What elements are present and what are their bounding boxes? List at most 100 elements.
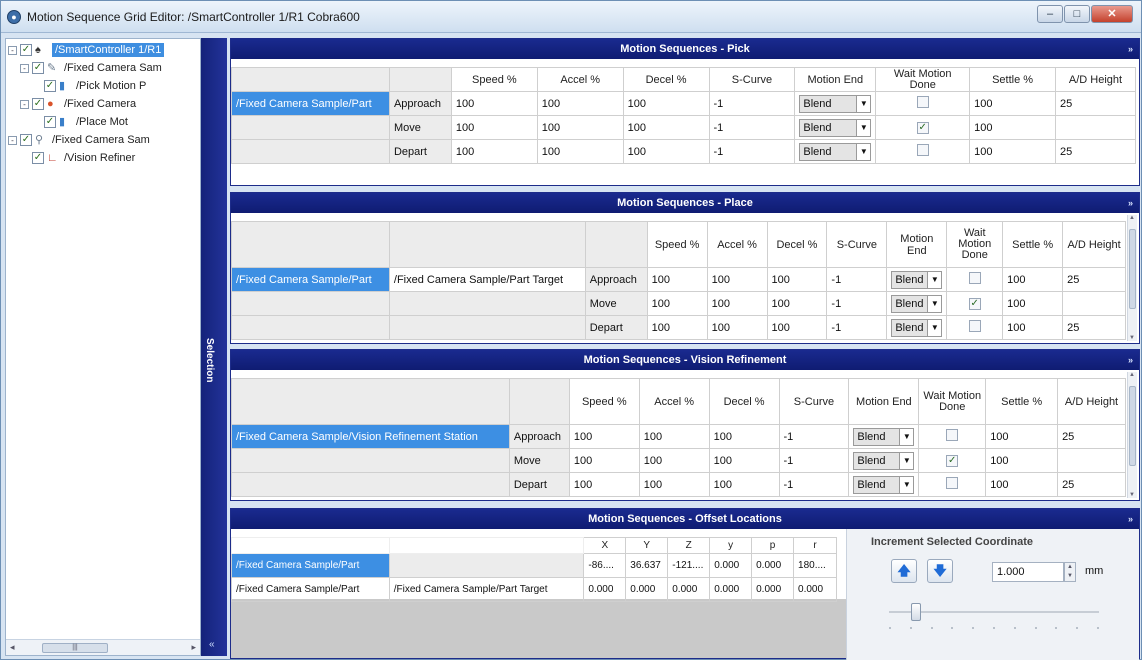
settle-cell[interactable]: 100 bbox=[1002, 291, 1064, 316]
coordinate-cell[interactable]: 0.000 bbox=[751, 577, 795, 602]
coordinate-cell[interactable]: 36.637 bbox=[625, 553, 669, 578]
speed-cell[interactable]: 100 bbox=[450, 139, 538, 164]
ad-height-cell[interactable]: 25 bbox=[1057, 472, 1126, 497]
decel-cell[interactable]: 100 bbox=[766, 291, 828, 316]
slider-knob[interactable] bbox=[911, 603, 921, 621]
vision-vertical-scrollbar[interactable]: ▲ ▼ bbox=[1127, 372, 1137, 498]
accel-cell[interactable]: 100 bbox=[536, 139, 624, 164]
table-row[interactable]: Move 100 100 100 -1 Blend ▼ ✓ 100 bbox=[231, 291, 1126, 316]
scroll-thumb[interactable]: ||| bbox=[42, 643, 108, 653]
coordinate-cell[interactable]: 180.... bbox=[793, 553, 837, 578]
tree-node[interactable]: - ✓ ● /Fixed Camera bbox=[20, 95, 136, 113]
collapse-chevron-icon[interactable]: » bbox=[1128, 39, 1133, 59]
accel-cell[interactable]: 100 bbox=[706, 291, 768, 316]
coordinate-cell[interactable]: 0.000 bbox=[625, 577, 669, 602]
decel-cell[interactable]: 100 bbox=[708, 448, 780, 473]
dropdown-arrow-icon[interactable]: ▼ bbox=[856, 119, 871, 136]
accel-cell[interactable]: 100 bbox=[638, 424, 710, 449]
dropdown-arrow-icon[interactable]: ▼ bbox=[899, 476, 914, 493]
motion-end-select[interactable]: Blend ▼ bbox=[853, 451, 915, 470]
part-name-cell[interactable]: /Fixed Camera Sample/Part bbox=[231, 91, 390, 116]
scurve-cell[interactable]: -1 bbox=[708, 139, 796, 164]
coordinate-cell[interactable]: 0.000 bbox=[751, 553, 795, 578]
scroll-thumb[interactable] bbox=[1129, 386, 1136, 466]
decel-cell[interactable]: 100 bbox=[766, 267, 828, 292]
dropdown-arrow-icon[interactable]: ▼ bbox=[927, 295, 942, 312]
maximize-button[interactable]: □ bbox=[1064, 5, 1090, 23]
wait-motion-done-checkbox[interactable] bbox=[916, 144, 929, 156]
settle-cell[interactable]: 100 bbox=[985, 448, 1059, 473]
tree-node[interactable]: - ✓ ⚲ /Fixed Camera Sam bbox=[8, 131, 150, 149]
scurve-cell[interactable]: -1 bbox=[826, 291, 888, 316]
collapse-chevron-icon[interactable]: » bbox=[1128, 350, 1133, 370]
settle-cell[interactable]: 100 bbox=[985, 472, 1059, 497]
tree-node[interactable]: - ✓ ♠ /SmartController 1/R1 bbox=[8, 41, 165, 59]
motion-end-select[interactable]: Blend ▼ bbox=[853, 427, 915, 446]
coordinate-cell[interactable]: 0.000 bbox=[793, 577, 837, 602]
station-name-cell[interactable]: /Fixed Camera Sample/Vision Refinement S… bbox=[231, 424, 510, 449]
tree-checkbox[interactable]: ✓ bbox=[44, 80, 56, 92]
accel-cell[interactable]: 100 bbox=[638, 472, 710, 497]
scurve-cell[interactable]: -1 bbox=[708, 91, 796, 116]
speed-cell[interactable]: 100 bbox=[568, 472, 640, 497]
collapse-chevron-icon[interactable]: » bbox=[1128, 509, 1133, 529]
motion-end-select[interactable]: Blend ▼ bbox=[853, 475, 915, 494]
expander-icon[interactable]: - bbox=[8, 45, 17, 55]
ad-height-cell[interactable]: 25 bbox=[1062, 315, 1126, 340]
location-name-cell[interactable]: /Fixed Camera Sample/Part bbox=[231, 577, 390, 602]
dropdown-arrow-icon[interactable]: ▼ bbox=[899, 452, 914, 469]
dropdown-arrow-icon[interactable]: ▼ bbox=[927, 319, 942, 336]
wait-motion-done-checkbox[interactable]: ✓ bbox=[968, 298, 981, 310]
target-name-cell[interactable] bbox=[388, 553, 585, 578]
coordinate-cell[interactable]: -86.... bbox=[583, 553, 627, 578]
settle-cell[interactable]: 100 bbox=[969, 115, 1056, 140]
part-name-cell[interactable]: /Fixed Camera Sample/Part bbox=[231, 267, 390, 292]
motion-end-select[interactable]: Blend ▼ bbox=[891, 294, 943, 313]
increment-up-button[interactable]: 🡅 bbox=[891, 559, 917, 583]
table-row[interactable]: Depart 100 100 100 -1 Blend ▼ 100 25 bbox=[231, 315, 1126, 340]
increment-spinner[interactable]: ▲ ▼ bbox=[1064, 562, 1076, 582]
expander-icon[interactable]: - bbox=[20, 63, 29, 73]
accel-cell[interactable]: 100 bbox=[706, 267, 768, 292]
wait-motion-done-checkbox[interactable] bbox=[946, 477, 959, 489]
motion-end-select[interactable]: Blend ▼ bbox=[891, 318, 943, 337]
wait-motion-done-checkbox[interactable] bbox=[916, 96, 929, 108]
table-row[interactable]: /Fixed Camera Sample/Part/Fixed Camera S… bbox=[231, 267, 1126, 292]
scroll-down-icon[interactable]: ▼ bbox=[1129, 335, 1135, 341]
table-row[interactable]: /Fixed Camera Sample/Part Approach 100 100 1… bbox=[231, 91, 1137, 116]
speed-cell[interactable]: 100 bbox=[646, 315, 708, 340]
dropdown-arrow-icon[interactable]: ▼ bbox=[856, 143, 871, 160]
settle-cell[interactable]: 100 bbox=[969, 139, 1056, 164]
coordinate-cell[interactable]: 0.000 bbox=[667, 577, 711, 602]
tree-node[interactable]: ✓ ∟ /Vision Refiner bbox=[20, 149, 135, 167]
selection-sidebar[interactable]: Selection « bbox=[201, 38, 227, 656]
table-row[interactable]: /Fixed Camera Sample/Part/Fixed Camera S… bbox=[231, 577, 837, 602]
speed-cell[interactable]: 100 bbox=[568, 448, 640, 473]
ad-height-cell[interactable] bbox=[1057, 448, 1126, 473]
scroll-up-icon[interactable]: ▲ bbox=[1129, 215, 1135, 221]
speed-cell[interactable]: 100 bbox=[450, 91, 538, 116]
table-row[interactable]: /Fixed Camera Sample/Part -86.... 36.637 -1… bbox=[231, 553, 837, 578]
collapse-icon[interactable]: « bbox=[209, 639, 215, 650]
ad-height-cell[interactable]: 25 bbox=[1054, 139, 1137, 164]
expander-icon[interactable]: - bbox=[20, 99, 29, 109]
settle-cell[interactable]: 100 bbox=[985, 424, 1059, 449]
scurve-cell[interactable]: -1 bbox=[778, 424, 850, 449]
scurve-cell[interactable]: -1 bbox=[778, 472, 850, 497]
coordinate-cell[interactable]: 0.000 bbox=[709, 553, 753, 578]
collapse-chevron-icon[interactable]: » bbox=[1128, 193, 1133, 213]
accel-cell[interactable]: 100 bbox=[536, 115, 624, 140]
dropdown-arrow-icon[interactable]: ▼ bbox=[899, 428, 914, 445]
settle-cell[interactable]: 100 bbox=[1002, 315, 1064, 340]
decel-cell[interactable]: 100 bbox=[622, 115, 710, 140]
place-vertical-scrollbar[interactable]: ▲ ▼ bbox=[1127, 215, 1137, 341]
table-row[interactable]: Depart 100 100 100 -1 Blend ▼ 100 25 bbox=[231, 139, 1137, 164]
table-row[interactable]: Move 100 100 100 -1 Blend ▼ ✓ 100 bbox=[231, 115, 1137, 140]
settle-cell[interactable]: 100 bbox=[1002, 267, 1064, 292]
decel-cell[interactable]: 100 bbox=[708, 424, 780, 449]
settle-cell[interactable]: 100 bbox=[969, 91, 1056, 116]
accel-cell[interactable]: 100 bbox=[536, 91, 624, 116]
dropdown-arrow-icon[interactable]: ▼ bbox=[927, 271, 942, 288]
increment-slider[interactable] bbox=[889, 603, 1099, 621]
coordinate-cell[interactable]: -121.... bbox=[667, 553, 711, 578]
